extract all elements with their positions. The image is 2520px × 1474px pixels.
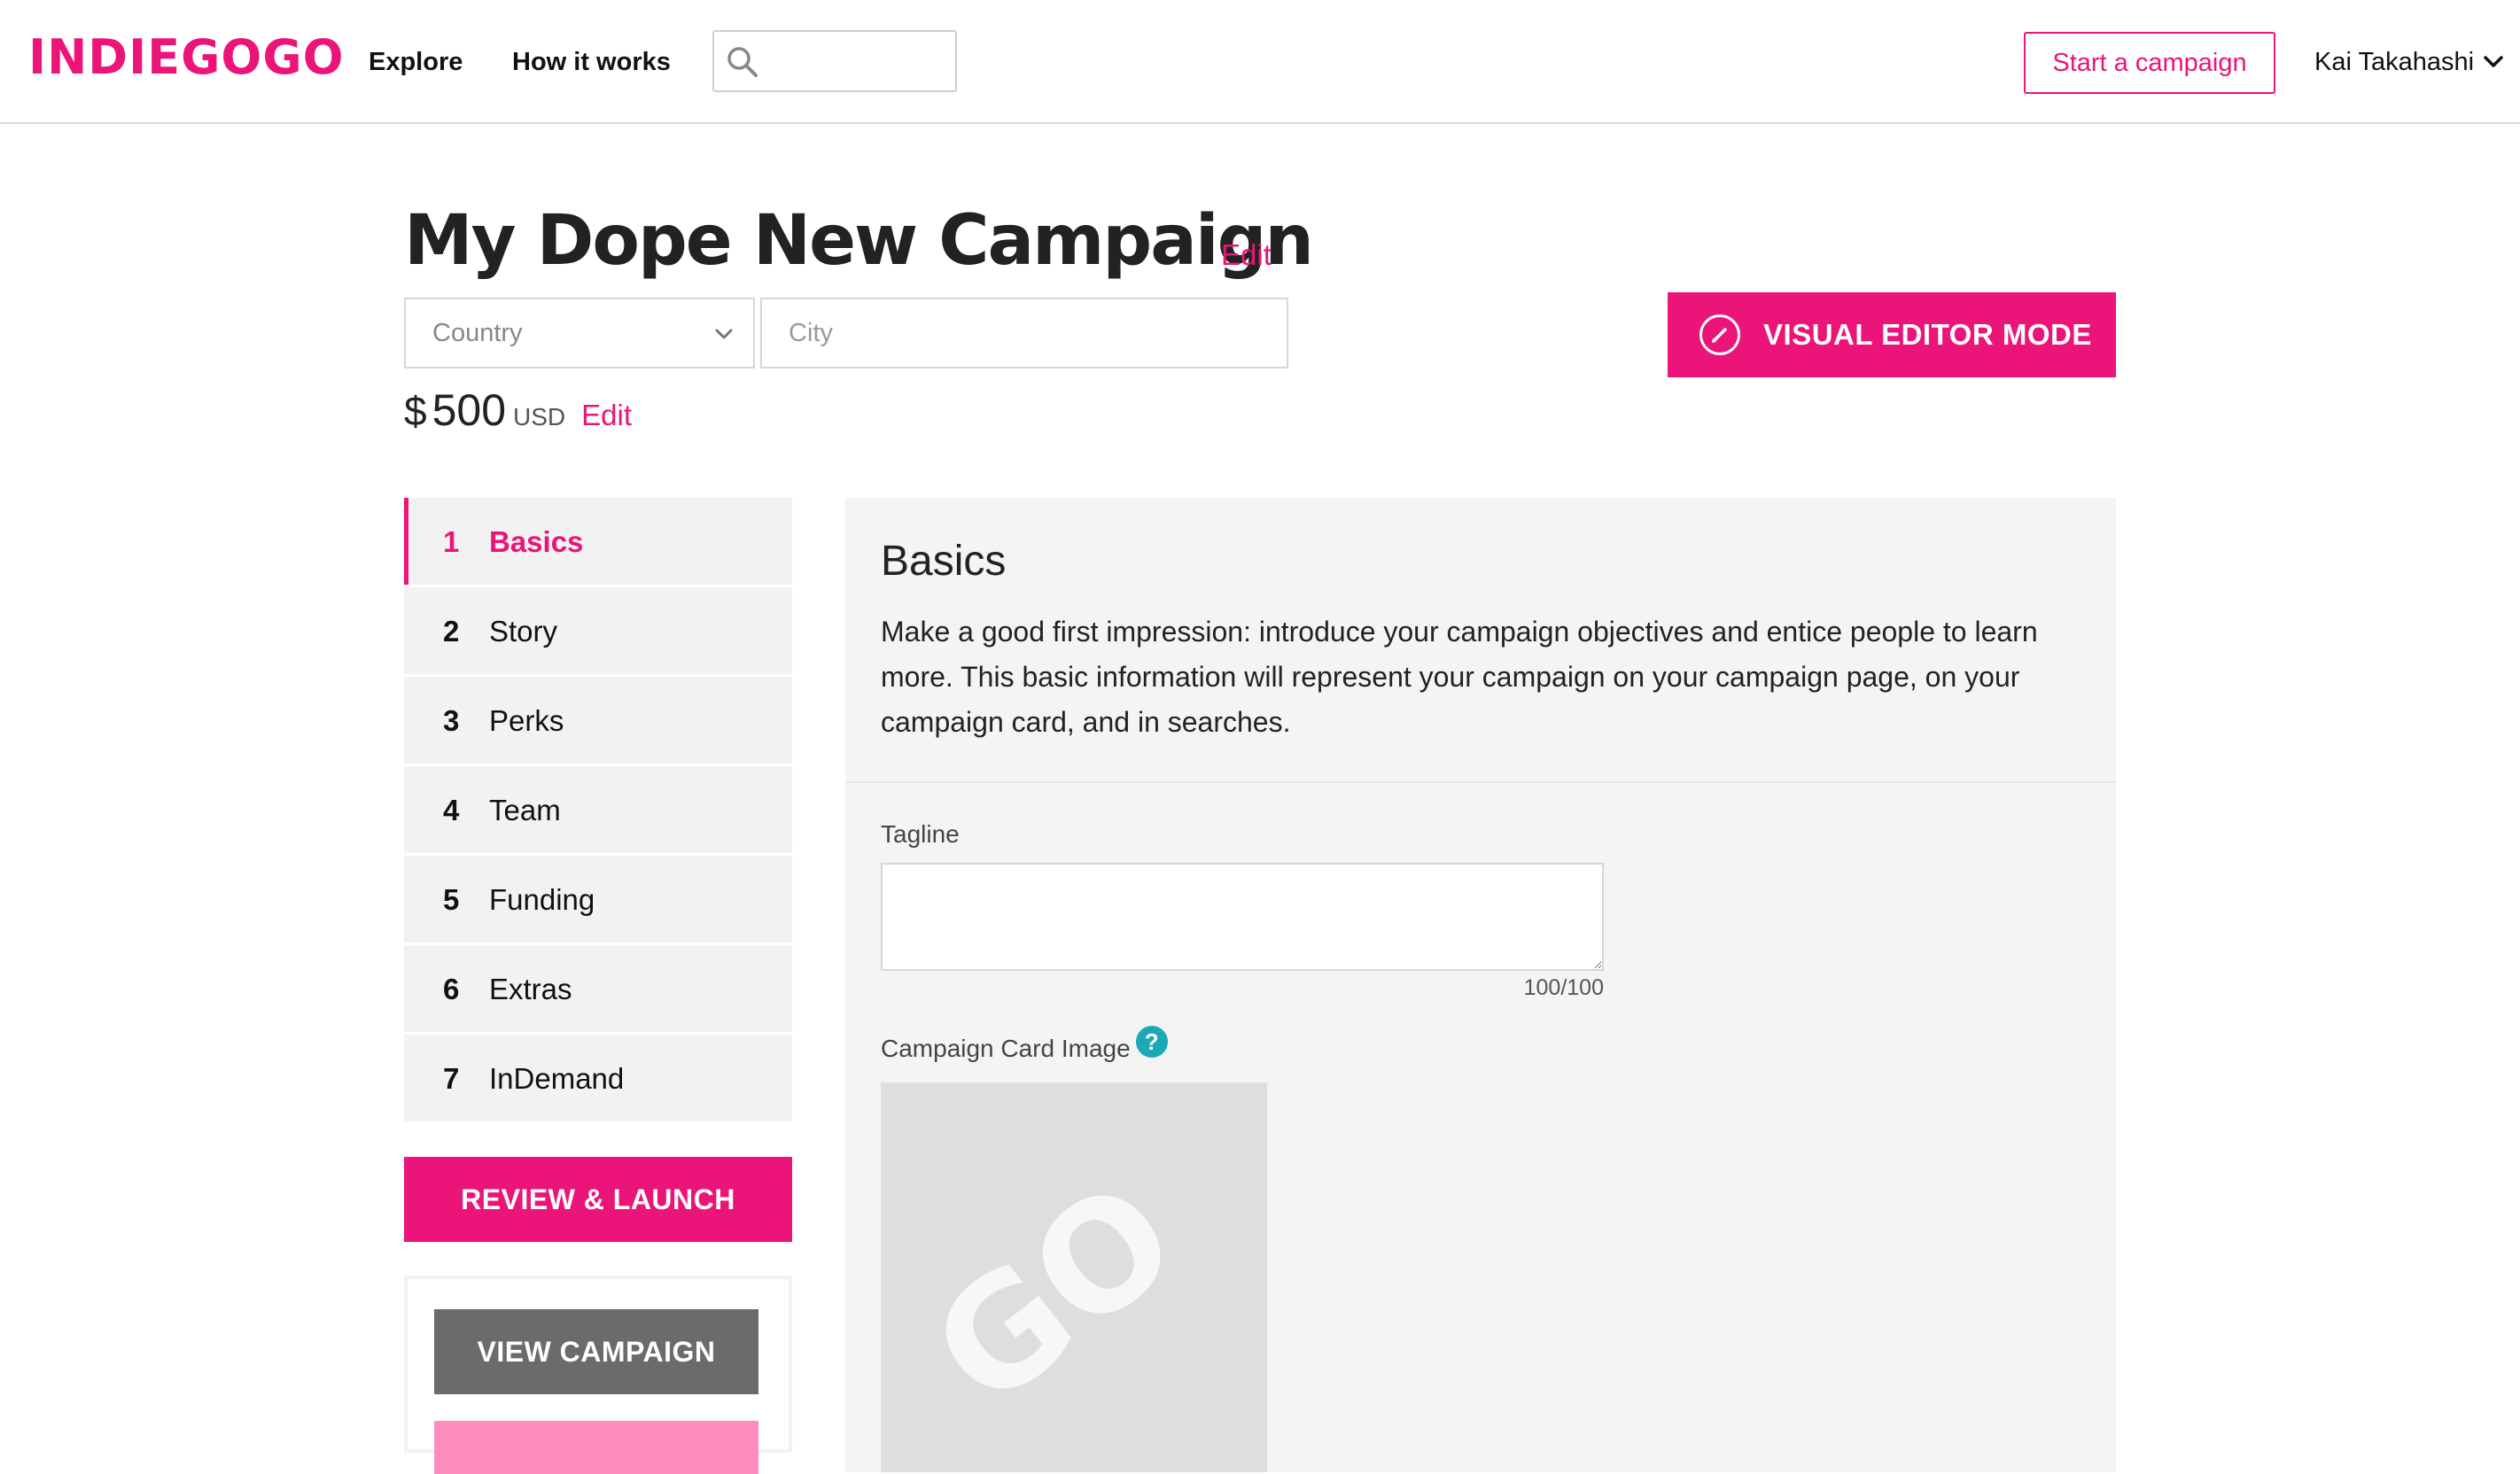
campaign-card-image-label: Campaign Card Image ? xyxy=(881,1026,1168,1065)
section-title: Basics xyxy=(881,538,1007,585)
step-perks[interactable]: 3 Perks xyxy=(404,677,792,764)
campaign-actions-box: VIEW CAMPAIGN xyxy=(404,1276,792,1474)
search-box xyxy=(712,30,957,92)
visual-editor-label: VISUAL EDITOR MODE xyxy=(1763,318,2092,351)
chevron-down-icon xyxy=(2484,56,2503,67)
campaign-title: My Dope New Campaign xyxy=(404,201,1314,281)
goal-unit: USD xyxy=(513,403,566,431)
search-input[interactable] xyxy=(766,39,948,83)
help-icon[interactable]: ? xyxy=(1135,1026,1168,1058)
go-placeholder-text: GO xyxy=(902,1149,1209,1442)
user-name: Kai Takahashi xyxy=(2314,48,2475,76)
go-placeholder-icon: GO xyxy=(902,1149,1209,1442)
step-team[interactable]: 4 Team xyxy=(404,766,792,853)
campaign-card-image-upload[interactable]: GO xyxy=(881,1082,1267,1472)
funding-goal: $ 500 USD Edit xyxy=(404,384,632,436)
view-campaign-button[interactable]: VIEW CAMPAIGN xyxy=(434,1309,758,1394)
tagline-char-count: 100/100 xyxy=(1523,975,1604,1000)
divider xyxy=(845,781,2116,783)
pencil-icon xyxy=(1699,314,1740,355)
step-number: 6 xyxy=(443,973,460,1005)
secondary-action-button[interactable] xyxy=(434,1421,758,1474)
step-label: Funding xyxy=(489,883,595,916)
goal-currency: $ xyxy=(404,388,427,434)
chevron-down-icon xyxy=(715,329,733,339)
step-extras[interactable]: 6 Extras xyxy=(404,945,792,1032)
indiegogo-logo[interactable]: INDIEGOGO xyxy=(28,30,345,85)
section-description: Make a good first impression: introduce … xyxy=(881,616,2038,738)
step-label: Basics xyxy=(489,525,584,558)
step-label: Extras xyxy=(489,973,572,1005)
tagline-input[interactable] xyxy=(881,863,1604,971)
top-navigation-bar: INDIEGOGO Explore How it works Start a c… xyxy=(0,0,2520,124)
start-campaign-button[interactable]: Start a campaign xyxy=(2024,32,2275,94)
country-select[interactable]: Country xyxy=(404,298,755,368)
step-number: 5 xyxy=(443,883,460,916)
step-label: Team xyxy=(489,794,561,826)
tagline-label: Tagline xyxy=(881,820,960,848)
step-label: Perks xyxy=(489,704,564,737)
step-number: 1 xyxy=(443,525,460,558)
nav-how-it-works-link[interactable]: How it works xyxy=(512,44,671,80)
step-indemand[interactable]: 7 InDemand xyxy=(404,1035,792,1121)
search-icon[interactable] xyxy=(725,44,760,80)
step-label: Story xyxy=(489,615,558,648)
edit-title-link[interactable]: Edit xyxy=(1221,236,1272,275)
nav-explore-link[interactable]: Explore xyxy=(369,44,463,80)
country-placeholder: Country xyxy=(432,319,523,347)
visual-editor-mode-button[interactable]: VISUAL EDITOR MODE xyxy=(1668,292,2116,377)
step-number: 3 xyxy=(443,704,460,737)
step-number: 2 xyxy=(443,615,460,648)
edit-goal-link[interactable]: Edit xyxy=(581,399,632,432)
user-menu[interactable]: Kai Takahashi xyxy=(2314,44,2506,80)
goal-amount: 500 xyxy=(432,385,507,435)
step-number: 7 xyxy=(443,1062,460,1095)
step-basics[interactable]: 1 Basics xyxy=(404,498,792,585)
card-image-label-text: Campaign Card Image xyxy=(881,1035,1131,1062)
city-input[interactable] xyxy=(760,298,1288,368)
step-label: InDemand xyxy=(489,1062,625,1095)
review-launch-button[interactable]: REVIEW & LAUNCH xyxy=(404,1157,792,1242)
step-funding[interactable]: 5 Funding xyxy=(404,856,792,943)
step-number: 4 xyxy=(443,794,460,826)
step-story[interactable]: 2 Story xyxy=(404,587,792,674)
basics-panel: Basics Make a good first impression: int… xyxy=(845,498,2116,1472)
step-navigation: 1 Basics 2 Story 3 Perks 4 Team 5 Fundin… xyxy=(404,498,792,1124)
